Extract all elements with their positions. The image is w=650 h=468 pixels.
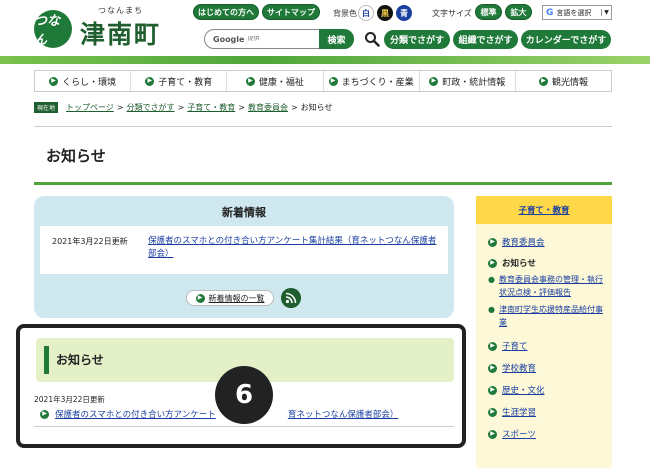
first-visit-button[interactable]: はじめての方へ xyxy=(193,4,259,20)
breadcrumb: 現在地 トップページ > 分類でさがす > 子育て・教育 > 教育委員会 > お知らせ xyxy=(34,102,333,113)
find-by-organization-button[interactable]: 組織でさがす xyxy=(453,30,518,49)
sidebar-subitem-evaluation[interactable]: ● 教育委員会事務の管理・執行状況点検・評価報告 xyxy=(488,273,606,299)
sidebar-item-label: 生涯学習 xyxy=(502,408,537,418)
news-heading: 新着情報 xyxy=(222,206,266,219)
breadcrumb-link-childcare[interactable]: 子育て・教育 xyxy=(187,102,235,113)
news-list-button[interactable]: ▶ 新着情報の一覧 xyxy=(186,290,274,306)
rss-icon[interactable] xyxy=(281,288,301,308)
nav-item-government[interactable]: ▶ 町政・統計情報 xyxy=(420,71,516,91)
sidebar: 子育て・教育 ▶ 教育委員会 ▶ お知らせ ● 教育委員会事務の管理・執行状況点検・評… xyxy=(476,196,612,468)
sidebar-item-school[interactable]: ▶ 学校教育 xyxy=(488,362,536,374)
bg-blue-button[interactable]: 青 xyxy=(396,5,412,21)
arrow-right-icon: ▶ xyxy=(49,76,59,86)
news-link[interactable]: 保護者のスマホとの付き合い方アンケート集計結果（育ネットつなん保護者部会） xyxy=(148,235,440,261)
arrow-right-icon: ▶ xyxy=(488,341,497,351)
breadcrumb-link-category[interactable]: 分類でさがす xyxy=(127,102,175,113)
font-size-label: 文字サイズ xyxy=(432,9,472,18)
arrow-right-icon: ▶ xyxy=(488,363,497,373)
search-input[interactable] xyxy=(247,36,308,42)
nav-item-label: 健康・福祉 xyxy=(258,77,304,88)
sidebar-item-lifelong[interactable]: ▶ 生涯学習 xyxy=(488,406,536,418)
sidebar-item-childcare[interactable]: ▶ 子育て xyxy=(488,340,528,352)
font-large-button[interactable]: 拡大 xyxy=(505,4,532,20)
sidebar-subitem-label: 教育委員会事務の管理・執行状況点検・評価報告 xyxy=(498,275,603,297)
nav-item-label: 町政・統計情報 xyxy=(442,77,506,88)
sidebar-item-board[interactable]: ▶ 教育委員会 xyxy=(488,236,545,248)
breadcrumb-link-board[interactable]: 教育委員会 xyxy=(248,102,288,113)
sidebar-item-label: スポーツ xyxy=(502,430,536,440)
sitemap-button[interactable]: サイトマップ xyxy=(262,4,320,20)
breadcrumb-now-label: 現在地 xyxy=(34,102,59,113)
bg-black-button[interactable]: 黒 xyxy=(377,5,393,21)
sidebar-item-label: 教育委員会 xyxy=(502,238,545,248)
arrow-right-icon: ▶ xyxy=(488,429,497,439)
nav-item-living[interactable]: ▶ くらし・環境 xyxy=(35,71,132,91)
site-header: つなん つなんまち 津南町 はじめての方へ サイトマップ 背景色 白 黒 青 文… xyxy=(0,0,650,58)
nav-item-label: くらし・環境 xyxy=(62,77,117,88)
bullet-icon: ● xyxy=(488,305,495,314)
breadcrumb-separator: > xyxy=(116,103,124,112)
news-list: 2021年3月22日更新 保護者のスマホとの付き合い方アンケート集計結果（育ネッ… xyxy=(40,226,448,274)
nav-item-label: まちづくり・産業 xyxy=(341,77,414,88)
chevron-down-icon: ▼ xyxy=(601,9,611,16)
page-title: お知らせ xyxy=(46,147,106,165)
breadcrumb-separator: > xyxy=(177,103,185,112)
sidebar-subitem-support[interactable]: ● 津南町学生応援特産品給付事業 xyxy=(488,303,606,329)
global-nav: ▶ くらし・環境 ▶ 子育て・教育 ▶ 健康・福祉 ▶ まちづくり・産業 ▶ 町政・統計情… xyxy=(34,70,612,92)
title-underline xyxy=(34,182,612,185)
sidebar-item-current: ▶ お知らせ xyxy=(488,257,536,269)
arrow-right-icon: ▶ xyxy=(429,76,439,86)
divider xyxy=(34,126,612,127)
nav-item-label: 観光情報 xyxy=(551,77,588,88)
sidebar-item-history[interactable]: ▶ 歴史・文化 xyxy=(488,384,545,396)
site-logo-name[interactable]: 津南町 xyxy=(80,15,161,51)
breadcrumb-current: お知らせ xyxy=(300,103,333,112)
font-standard-button[interactable]: 標準 xyxy=(475,4,502,20)
sidebar-item-label: 学校教育 xyxy=(502,364,537,374)
search-button[interactable]: 検索 xyxy=(319,29,354,49)
arrow-right-icon: ▶ xyxy=(328,76,338,86)
sidebar-heading-link[interactable]: 子育て・教育 xyxy=(518,204,569,216)
bullet-icon: ● xyxy=(488,275,495,284)
arrow-right-icon: ▶ xyxy=(245,76,255,86)
news-list-label: 新着情報の一覧 xyxy=(208,293,265,303)
nav-item-town[interactable]: ▶ まちづくり・産業 xyxy=(324,71,420,91)
sidebar-item-label: お知らせ xyxy=(502,259,536,269)
arrow-right-icon: ▶ xyxy=(195,293,205,303)
find-by-calendar-button[interactable]: カレンダーでさがす xyxy=(521,30,611,49)
town-logo-icon[interactable]: つなん xyxy=(34,10,72,48)
search-brand: Google xyxy=(213,34,245,44)
sidebar-item-sports[interactable]: ▶ スポーツ xyxy=(488,428,536,440)
sidebar-subitem-label: 津南町学生応援特産品給付事業 xyxy=(498,305,603,327)
breadcrumb-separator: > xyxy=(238,103,245,112)
breadcrumb-separator: > xyxy=(290,103,298,112)
arrow-right-icon: ▶ xyxy=(488,407,497,417)
header-band xyxy=(0,56,650,64)
nav-item-health[interactable]: ▶ 健康・福祉 xyxy=(227,71,324,91)
sidebar-item-label: 子育て xyxy=(502,342,528,352)
step-number-badge: 6 xyxy=(215,366,273,424)
arrow-right-icon: ▶ xyxy=(145,76,155,86)
breadcrumb-link-top[interactable]: トップページ xyxy=(66,102,114,113)
search-icon xyxy=(365,32,380,47)
arrow-right-icon: ▶ xyxy=(488,385,497,395)
sidebar-header: 子育て・教育 xyxy=(476,196,612,224)
sidebar-item-label: 歴史・文化 xyxy=(502,386,545,396)
arrow-right-icon: ▶ xyxy=(488,258,497,268)
news-panel: 新着情報 2021年3月22日更新 保護者のスマホとの付き合い方アンケート集計結… xyxy=(34,196,454,318)
bg-white-button[interactable]: 白 xyxy=(358,5,374,21)
arrow-right-icon: ▶ xyxy=(488,237,497,247)
language-select-label: 言語を選択 xyxy=(556,8,592,17)
google-g-icon: G xyxy=(546,7,554,18)
arrow-right-icon: ▶ xyxy=(538,76,548,86)
logo-mark-text: つなん xyxy=(34,14,61,48)
nav-item-tourism[interactable]: ▶ 観光情報 xyxy=(516,71,611,91)
language-select[interactable]: G 言語を選択 ▼ xyxy=(542,5,612,20)
nav-item-childcare[interactable]: ▶ 子育て・教育 xyxy=(131,71,228,91)
news-date: 2021年3月22日更新 xyxy=(52,237,128,246)
bg-color-label: 背景色 xyxy=(333,9,357,18)
find-by-category-button[interactable]: 分類でさがす xyxy=(384,30,450,49)
nav-item-label: 子育て・教育 xyxy=(158,77,213,88)
